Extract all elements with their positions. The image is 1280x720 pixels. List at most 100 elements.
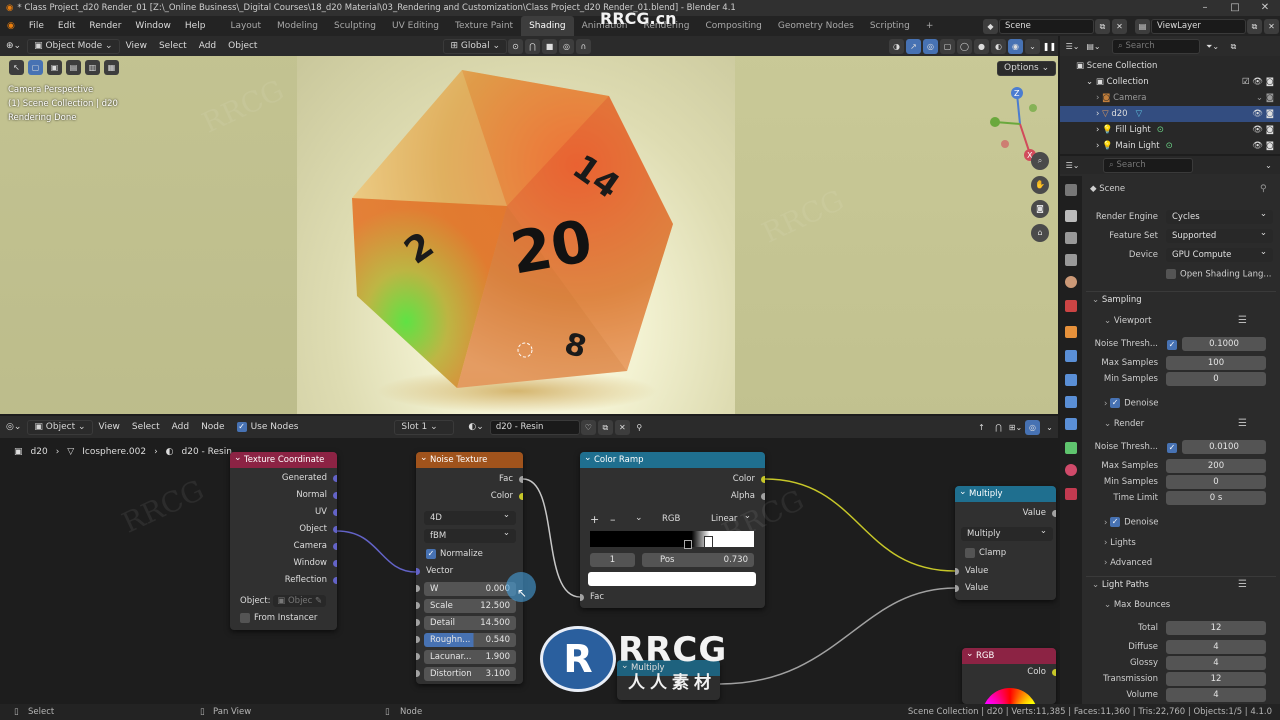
vp-noise-checkbox[interactable]: ✓ — [1167, 340, 1177, 350]
input-socket[interactable] — [416, 568, 420, 575]
new-collection-icon[interactable]: ⧉ — [1226, 39, 1241, 54]
snap-mode-icon[interactable]: ⊞⌄ — [1008, 420, 1023, 435]
field-scale[interactable]: Scale 12.500 — [424, 599, 516, 613]
mode-selector[interactable]: ▣ Object Mode ⌄ — [27, 38, 120, 54]
time-limit-field[interactable]: 0 s — [1166, 491, 1266, 505]
fake-user-icon[interactable]: ♡ — [580, 419, 596, 435]
add-workspace-button[interactable]: + — [918, 16, 942, 36]
bounce-glossy-field[interactable]: 4 — [1166, 656, 1266, 670]
stop-index-field[interactable]: 1 — [590, 553, 635, 567]
breadcrumb-material[interactable]: d20 - Resin — [182, 447, 232, 457]
from-instancer-checkbox[interactable] — [240, 612, 250, 623]
vp-menu-select[interactable]: Select — [153, 36, 193, 56]
material-browse-icon[interactable]: ◐⌄ — [462, 417, 489, 437]
ne-menu-add[interactable]: Add — [166, 417, 195, 437]
transform-orientation[interactable]: ⊞ Global ⌄ — [443, 38, 507, 54]
output-socket[interactable] — [519, 493, 523, 500]
view-layer-selector[interactable]: ViewLayer — [1151, 18, 1246, 34]
display-mode-icon[interactable]: ▤⌄ — [1086, 39, 1101, 54]
menu-edit[interactable]: Edit — [51, 16, 82, 36]
r-max-samples-field[interactable]: 200 — [1166, 459, 1266, 473]
clamp-checkbox[interactable] — [965, 547, 975, 558]
object-tab-icon[interactable] — [1065, 326, 1077, 338]
output-socket[interactable] — [333, 492, 337, 499]
data-tab-icon[interactable] — [1065, 442, 1077, 454]
tab-scripting[interactable]: Scripting — [862, 16, 918, 36]
input-socket[interactable] — [955, 585, 959, 592]
world-tab-icon[interactable] — [1065, 300, 1077, 312]
r-noise-checkbox[interactable]: ✓ — [1167, 443, 1177, 453]
menu-render[interactable]: Render — [82, 16, 128, 36]
color-wheel[interactable] — [982, 688, 1038, 704]
remove-stop-button[interactable]: – — [610, 513, 616, 526]
device-dropdown[interactable]: GPU Compute — [1166, 245, 1273, 262]
material-shading-icon[interactable]: ◐ — [991, 38, 1006, 54]
r-min-samples-field[interactable]: 0 — [1166, 475, 1266, 489]
tool-tab-icon[interactable] — [1065, 184, 1077, 196]
noise-type-dropdown[interactable]: fBM — [424, 526, 516, 543]
delete-view-layer-icon[interactable]: ✕ — [1264, 18, 1279, 34]
tab-geometry-nodes[interactable]: Geometry Nodes — [770, 16, 862, 36]
field-w[interactable]: W 0.000 — [424, 582, 516, 596]
ne-menu-node[interactable]: Node — [195, 417, 231, 437]
new-scene-icon[interactable]: ⧉ — [1095, 18, 1110, 34]
filter-icon[interactable]: ⏷⌄ — [1205, 39, 1220, 54]
duplicate-material-icon[interactable]: ⧉ — [597, 419, 613, 435]
output-tab-icon[interactable] — [1065, 232, 1077, 244]
node-overlay-options-icon[interactable]: ⌄ — [1042, 420, 1057, 435]
visibility-icon[interactable]: ◑ — [889, 38, 904, 54]
outliner-row-scene-collection[interactable]: ▣ Scene Collection — [1060, 58, 1280, 74]
r-denoise-row[interactable]: ✓Denoise — [1104, 517, 1159, 528]
output-socket[interactable] — [333, 543, 337, 550]
section-light-paths[interactable]: Light Paths — [1092, 580, 1149, 590]
properties-search[interactable]: ⌕ Search — [1103, 157, 1193, 173]
options-dropdown[interactable]: Options ⌄ — [997, 61, 1057, 76]
r-denoise-checkbox[interactable]: ✓ — [1110, 517, 1121, 527]
breadcrumb-object[interactable]: d20 — [31, 447, 48, 457]
tab-modeling[interactable]: Modeling — [269, 16, 326, 36]
close-button[interactable]: ✕ — [1250, 0, 1280, 16]
snap-icon[interactable]: ⊙ — [507, 38, 523, 54]
vp-menu-add[interactable]: Add — [193, 36, 222, 56]
material-name-field[interactable]: d20 - Resin — [489, 419, 580, 435]
modifier-tab-icon[interactable] — [1065, 350, 1077, 362]
input-socket[interactable] — [416, 585, 420, 592]
magnet-icon[interactable]: ⋂ — [524, 38, 540, 54]
menu-window[interactable]: Window — [128, 16, 178, 36]
stop-pos-field[interactable]: Pos 0.730 — [642, 553, 754, 567]
vp-menu-object[interactable]: Object — [222, 36, 263, 56]
outliner-row-fill-light[interactable]: › 💡 Fill Light ⊙ 👁 ◙ — [1060, 122, 1280, 138]
section-sampling[interactable]: Sampling — [1092, 295, 1142, 305]
input-socket[interactable] — [416, 653, 420, 660]
ramp-interpolation[interactable]: Linear — [705, 509, 757, 526]
feature-set-dropdown[interactable]: Supported — [1166, 226, 1273, 243]
node-editor-canvas[interactable] — [0, 438, 1058, 704]
row-visibility-icons[interactable]: ☑ 👁 ◙ — [1242, 74, 1274, 90]
vp-denoise-row[interactable]: ✓Denoise — [1104, 398, 1159, 409]
select-subtract-icon[interactable]: ▤ — [66, 60, 81, 75]
ramp-menu-icon[interactable]: ⌄ — [635, 513, 643, 523]
tab-uv-editing[interactable]: UV Editing — [384, 16, 447, 36]
row-visibility-icons[interactable]: 👁 ◙ — [1252, 138, 1274, 154]
properties-editor-icon[interactable]: ☰⌄ — [1065, 158, 1080, 173]
pin-icon[interactable]: ⚲ — [632, 420, 647, 435]
list-menu-icon[interactable]: ☰ — [1238, 579, 1247, 590]
vp-min-samples-field[interactable]: 0 — [1166, 372, 1266, 386]
clamp-row[interactable]: Clamp — [955, 545, 1016, 562]
outliner-editor-icon[interactable]: ☰⌄ — [1065, 39, 1080, 54]
input-socket[interactable] — [416, 619, 420, 626]
tab-shading[interactable]: Shading — [521, 16, 574, 36]
open-shading-checkbox[interactable] — [1166, 269, 1176, 279]
use-nodes-toggle[interactable]: ✓ Use Nodes — [231, 417, 305, 437]
node-editor-type-icon[interactable]: ◎⌄ — [0, 417, 27, 437]
overlays-icon[interactable]: ◎ — [923, 38, 938, 54]
open-shading-row[interactable]: Open Shading Lang... — [1166, 269, 1271, 280]
blender-menu-icon[interactable]: ◉ — [0, 16, 22, 36]
pan-hand-icon[interactable]: ✋ — [1031, 176, 1049, 194]
new-view-layer-icon[interactable]: ⧉ — [1247, 18, 1262, 34]
camera-view-icon[interactable]: ◙ — [1031, 200, 1049, 218]
input-socket[interactable] — [416, 636, 420, 643]
subsection-render[interactable]: Render — [1104, 419, 1144, 429]
parent-node-tree-icon[interactable]: ↑ — [974, 420, 989, 435]
node-header[interactable]: Multiply — [955, 486, 1056, 502]
